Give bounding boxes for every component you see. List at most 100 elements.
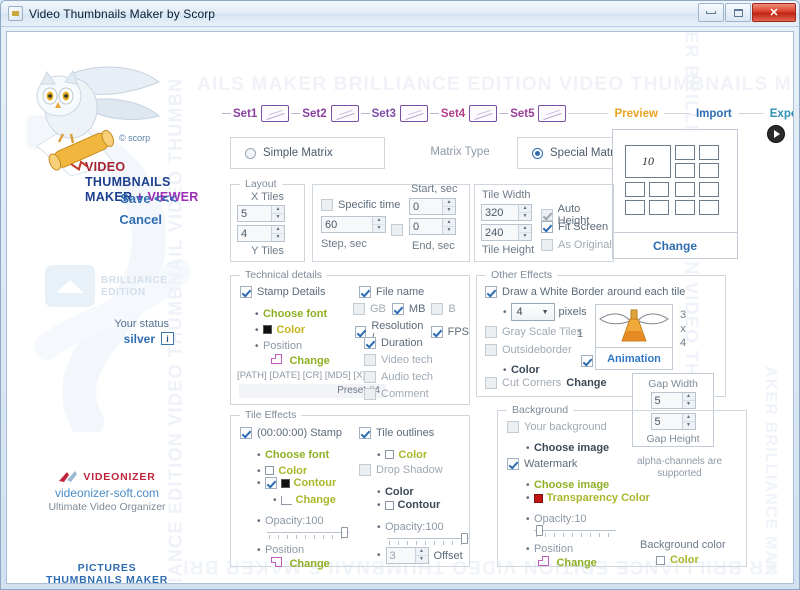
tile-height-stepper[interactable]: ▲▼	[481, 224, 532, 241]
step-input[interactable]	[322, 217, 372, 232]
end-spin-buttons[interactable]: ▲▼	[442, 219, 455, 234]
specific-time-row[interactable]: Specific time	[321, 199, 400, 211]
audio-tech-checkbox[interactable]	[364, 371, 376, 383]
outside-color-row[interactable]: • Color	[503, 360, 540, 378]
shadow-color-label[interactable]: Color	[385, 486, 414, 498]
timestamp-stamp-checkbox[interactable]	[240, 427, 252, 439]
set5-label[interactable]: Set5	[510, 108, 534, 120]
gap-width-input[interactable]	[652, 393, 682, 408]
te-contour-link[interactable]: Contour	[294, 477, 337, 489]
te-contour-change-link[interactable]: Change	[296, 494, 336, 506]
set4-thumb[interactable]	[469, 105, 497, 122]
tile-outlines-row[interactable]: Tile outlines	[359, 427, 434, 439]
simple-matrix-radio[interactable]	[245, 148, 256, 159]
tile-outlines-checkbox[interactable]	[359, 427, 371, 439]
start-stepper[interactable]: ▲▼	[409, 198, 456, 215]
end-stepper[interactable]: ▲▼	[409, 218, 456, 235]
background-color-link[interactable]: Color	[670, 554, 699, 566]
animation-card[interactable]: Animation	[595, 304, 673, 370]
offset-input[interactable]	[387, 548, 415, 563]
x-tiles-spin-buttons[interactable]: ▲▼	[271, 206, 284, 221]
bg-choose-image-row[interactable]: • Choose image	[526, 438, 609, 456]
gray-scale-row[interactable]: Gray Scale Tiles	[485, 326, 582, 338]
comment-row[interactable]: Comment	[364, 388, 429, 400]
watermark-checkbox[interactable]	[507, 458, 519, 470]
drop-shadow-checkbox[interactable]	[359, 464, 371, 476]
upgrade-badge-icon[interactable]	[45, 265, 95, 307]
transparency-color-row[interactable]: • Transparency Color	[526, 492, 650, 504]
special-matrix-radio[interactable]	[532, 148, 543, 159]
video-tech-checkbox[interactable]	[364, 354, 376, 366]
audio-tech-row[interactable]: Audio tech	[364, 371, 433, 383]
te-position-change-row[interactable]: Change	[271, 554, 330, 572]
y-tiles-stepper[interactable]: ▲▼	[237, 225, 285, 242]
offset-stepper[interactable]: ▲▼	[386, 547, 429, 564]
comment-checkbox[interactable]	[364, 388, 376, 400]
gb-row[interactable]: GB	[353, 303, 386, 315]
slider-knob[interactable]	[461, 533, 468, 544]
tile-height-spin-buttons[interactable]: ▲▼	[518, 225, 531, 240]
gb-checkbox[interactable]	[353, 303, 365, 315]
tile-outline-color-swatch[interactable]	[385, 450, 394, 459]
mb-row[interactable]: MB	[392, 303, 426, 315]
export-link[interactable]: Export	[770, 108, 794, 120]
bg-opacity-slider[interactable]	[534, 524, 616, 536]
fps-row[interactable]: FPS	[431, 326, 469, 338]
save-button[interactable]: Save <<<	[120, 191, 177, 206]
tile-width-stepper[interactable]: ▲▼	[481, 204, 532, 221]
fit-screen-row[interactable]: Fit Screen	[541, 221, 608, 233]
timestamp-stamp-row[interactable]: (00:00:00) Stamp	[240, 427, 342, 439]
set3-label[interactable]: Set3	[372, 108, 396, 120]
td-color-swatch[interactable]	[263, 325, 272, 334]
td-change-row[interactable]: Change	[271, 351, 330, 369]
videonizer-url[interactable]: videonizer-soft.com	[7, 486, 207, 500]
white-border-checkbox[interactable]	[485, 286, 497, 298]
duration-checkbox[interactable]	[364, 337, 376, 349]
transparency-color-link[interactable]: Transparency Color	[547, 492, 650, 504]
td-color-link[interactable]: Color	[276, 324, 305, 336]
your-background-row[interactable]: Your background	[507, 421, 607, 433]
gap-width-spin-buttons[interactable]: ▲▼	[682, 393, 695, 408]
start-spin-buttons[interactable]: ▲▼	[442, 199, 455, 214]
y-tiles-spin-buttons[interactable]: ▲▼	[271, 226, 284, 241]
outside-border-checkbox[interactable]	[485, 344, 497, 356]
y-tiles-input[interactable]	[238, 226, 271, 241]
as-original-row[interactable]: As Original	[541, 239, 612, 251]
file-name-row[interactable]: File name	[359, 286, 424, 298]
duration-row[interactable]: Duration	[364, 337, 423, 349]
auto-height-checkbox[interactable]	[541, 209, 553, 221]
bg-position-change-link[interactable]: Change	[556, 557, 596, 569]
outside-border-row[interactable]: Outsideborder	[485, 344, 572, 356]
outside-color-label[interactable]: Color	[511, 364, 540, 376]
video-tech-row[interactable]: Video tech	[364, 354, 433, 366]
fit-screen-checkbox[interactable]	[541, 221, 553, 233]
set3-thumb[interactable]	[400, 105, 428, 122]
specific-time-checkbox[interactable]	[321, 199, 333, 211]
wm-choose-image-row[interactable]: • Choose image	[526, 475, 609, 493]
transparency-color-swatch[interactable]	[534, 494, 543, 503]
watermark-row[interactable]: Watermark	[507, 458, 577, 470]
step-stepper[interactable]: ▲▼	[321, 216, 386, 233]
set1-thumb[interactable]	[261, 105, 289, 122]
background-color-swatch[interactable]	[656, 556, 665, 565]
set1-label[interactable]: Set1	[233, 108, 257, 120]
wm-choose-image-link[interactable]: Choose image	[534, 479, 609, 491]
border-px-dropdown[interactable]: 4 ▼	[511, 303, 555, 321]
tile-width-input[interactable]	[482, 205, 518, 220]
cut-corners-checkbox[interactable]	[485, 377, 497, 389]
b-row[interactable]: B	[431, 303, 455, 315]
your-background-checkbox[interactable]	[507, 421, 519, 433]
te-choose-font-link[interactable]: Choose font	[265, 449, 329, 461]
slider-knob[interactable]	[341, 527, 348, 538]
tile-outline-color-row[interactable]: • Color	[377, 445, 427, 463]
set5-thumb[interactable]	[538, 105, 566, 122]
td-choose-font-link[interactable]: Choose font	[263, 308, 327, 320]
close-button[interactable]: ✕	[752, 3, 796, 22]
preview-link[interactable]: Preview	[614, 108, 657, 120]
mb-checkbox[interactable]	[392, 303, 404, 315]
te-position-change-link[interactable]: Change	[289, 558, 329, 570]
set2-label[interactable]: Set2	[302, 108, 326, 120]
animation-enable-row[interactable]	[581, 352, 593, 370]
shadow-opacity-slider[interactable]	[387, 532, 469, 544]
file-name-checkbox[interactable]	[359, 286, 371, 298]
